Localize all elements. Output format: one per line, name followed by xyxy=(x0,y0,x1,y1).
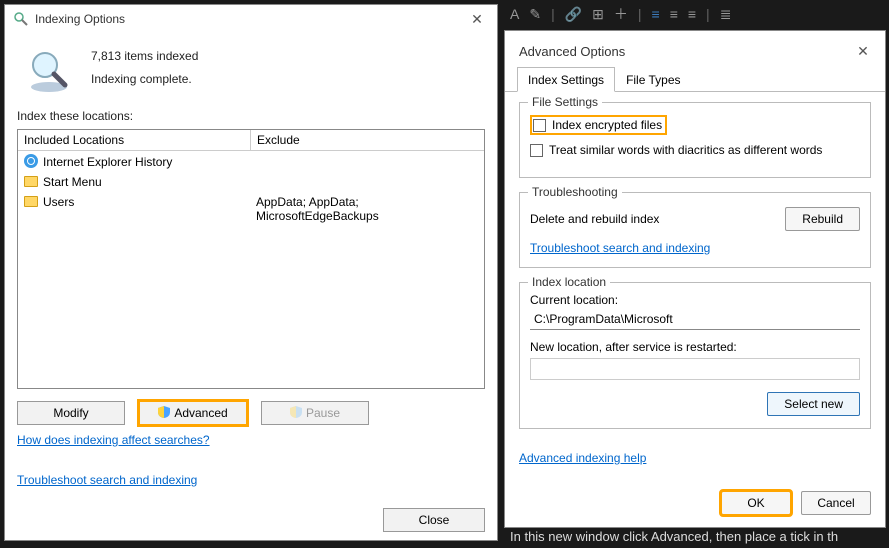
link-troubleshoot-advanced[interactable]: Troubleshoot search and indexing xyxy=(530,241,710,255)
align-right-icon: ≡ xyxy=(688,6,696,22)
encrypted-label: Index encrypted files xyxy=(552,118,662,132)
troubleshooting-group: Troubleshooting Delete and rebuild index… xyxy=(519,192,871,268)
current-location-input[interactable] xyxy=(530,309,860,330)
diacritics-label: Treat similar words with diacritics as d… xyxy=(549,143,822,157)
rebuild-button[interactable]: Rebuild xyxy=(785,207,860,231)
checkbox-diacritics[interactable] xyxy=(530,144,543,157)
indexing-options-window: Indexing Options ✕ 7,813 items indexed I… xyxy=(4,4,498,541)
plus-icon: ＋ xyxy=(614,4,628,24)
encrypted-checkbox-highlight: Index encrypted files xyxy=(530,115,667,135)
tabs: Index Settings File Types xyxy=(505,67,885,92)
folder-icon xyxy=(24,196,38,207)
link-troubleshoot[interactable]: Troubleshoot search and indexing xyxy=(17,473,485,487)
close-icon[interactable]: ✕ xyxy=(465,9,489,29)
modify-button[interactable]: Modify xyxy=(17,401,125,425)
image-icon: ⊞ xyxy=(592,6,604,23)
close-icon[interactable]: ✕ xyxy=(851,41,875,61)
list-icon: ≣ xyxy=(720,6,732,23)
ie-icon xyxy=(24,154,38,168)
locations-label: Index these locations: xyxy=(17,109,485,123)
new-location-label: New location, after service is restarted… xyxy=(530,340,860,354)
new-location-input[interactable] xyxy=(530,358,860,380)
cancel-button[interactable]: Cancel xyxy=(801,491,871,515)
list-item[interactable]: Internet Explorer History xyxy=(18,151,484,172)
search-glass-icon xyxy=(13,11,29,27)
background-toolbar: A ✎ | 🔗 ⊞ ＋ | ≡ ≡ ≡ | ≣ xyxy=(504,2,889,26)
ok-button[interactable]: OK xyxy=(721,491,791,515)
list-item[interactable]: Users AppData; AppData; MicrosoftEdgeBac… xyxy=(18,192,484,226)
pause-button: Pause xyxy=(261,401,369,425)
advanced-button[interactable]: Advanced xyxy=(139,401,247,425)
link-affect-searches[interactable]: How does indexing affect searches? xyxy=(17,433,485,447)
index-location-group: Index location Current location: New loc… xyxy=(519,282,871,429)
tab-file-types[interactable]: File Types xyxy=(615,67,691,92)
titlebar: Indexing Options ✕ xyxy=(5,5,497,33)
current-location-label: Current location: xyxy=(530,293,860,307)
shield-icon xyxy=(290,406,302,418)
highlight-icon: ✎ xyxy=(529,6,541,23)
col-exclude[interactable]: Exclude xyxy=(250,130,484,150)
list-item[interactable]: Start Menu xyxy=(18,172,484,192)
close-button[interactable]: Close xyxy=(383,508,485,532)
checkbox-encrypted[interactable] xyxy=(533,119,546,132)
link-advanced-help[interactable]: Advanced indexing help xyxy=(519,451,871,465)
items-indexed: 7,813 items indexed xyxy=(91,45,198,68)
delete-rebuild-label: Delete and rebuild index xyxy=(530,212,659,226)
indexing-status: Indexing complete. xyxy=(91,68,198,91)
magnifier-icon xyxy=(25,47,73,95)
window-title: Indexing Options xyxy=(35,12,125,26)
select-new-button[interactable]: Select new xyxy=(767,392,860,416)
align-center-icon: ≡ xyxy=(670,6,678,22)
folder-icon xyxy=(24,176,38,187)
advanced-options-window: Advanced Options ✕ Index Settings File T… xyxy=(504,30,886,528)
tab-index-settings[interactable]: Index Settings xyxy=(517,67,615,92)
titlebar: Advanced Options ✕ xyxy=(505,31,885,67)
window-title: Advanced Options xyxy=(519,44,625,59)
col-included[interactable]: Included Locations xyxy=(18,130,250,150)
format-icon: A xyxy=(510,6,519,22)
link-icon: 🔗 xyxy=(565,6,582,23)
background-text: In this new window click Advanced, then … xyxy=(510,529,838,544)
align-left-icon: ≡ xyxy=(652,6,660,22)
locations-list: Included Locations Exclude Internet Expl… xyxy=(17,129,485,389)
file-settings-group: File Settings Index encrypted files Trea… xyxy=(519,102,871,178)
shield-icon xyxy=(158,406,170,418)
